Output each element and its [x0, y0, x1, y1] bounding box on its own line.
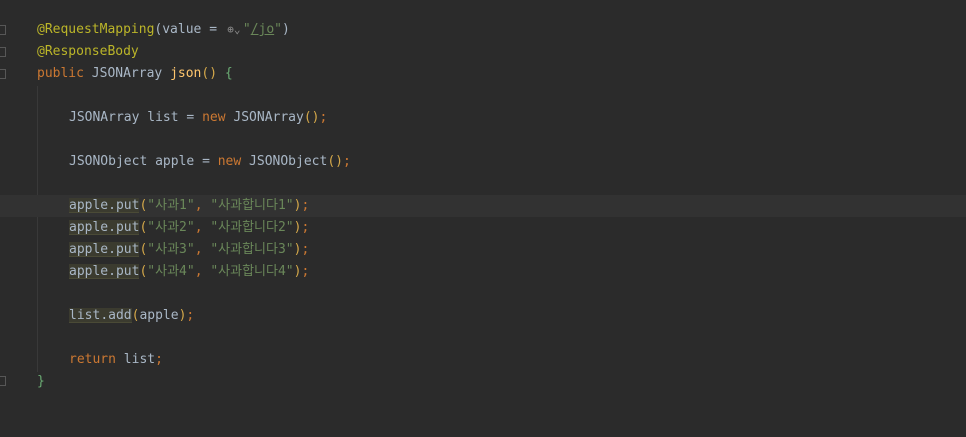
code-line[interactable]: list.add(apple); — [0, 305, 966, 327]
code-line[interactable]: @ResponseBody — [0, 41, 966, 63]
method-name: json — [170, 66, 202, 81]
string-literal: "사과합니다2" — [210, 220, 294, 235]
code-line[interactable]: apple.put("사과4", "사과합니다4"); — [0, 261, 966, 283]
string-literal: "사과합니다3" — [210, 242, 294, 257]
keyword: public — [37, 66, 84, 81]
code-line[interactable]: JSONArray list = new JSONArray(); — [0, 107, 966, 129]
keyword: return — [69, 352, 116, 367]
string-literal: "사과3" — [147, 242, 195, 257]
string-literal: "사과합니다4" — [210, 264, 294, 279]
code-line[interactable]: apple.put("사과2", "사과합니다2"); — [0, 217, 966, 239]
globe-dropdown-icon[interactable]: ⊕⌄ — [225, 19, 243, 41]
string-literal: "사과1" — [147, 198, 195, 213]
string-literal: "사과4" — [147, 264, 195, 279]
mapping-path-link[interactable]: /jo — [251, 22, 274, 37]
code-line[interactable]: return list; — [0, 349, 966, 371]
code-line[interactable]: apple.put("사과3", "사과합니다3"); — [0, 239, 966, 261]
code-editor[interactable]: @RequestMapping(value = ⊕⌄ "/jo") @Respon… — [0, 0, 966, 415]
code-line[interactable]: } — [0, 371, 966, 393]
type-name: JSONArray — [91, 66, 163, 81]
string-literal: "사과2" — [147, 220, 195, 235]
annotation: @ResponseBody — [37, 44, 139, 59]
code-line[interactable]: JSONObject apple = new JSONObject(); — [0, 151, 966, 173]
string-literal: "사과합니다1" — [210, 198, 294, 213]
param-name: value — [162, 22, 202, 37]
annotation: @RequestMapping — [37, 22, 155, 37]
code-line-current[interactable]: apple.put("사과1", "사과합니다1"); — [0, 195, 966, 217]
code-line[interactable]: public JSONArray json() { — [0, 63, 966, 85]
code-line[interactable]: @RequestMapping(value = ⊕⌄ "/jo") — [0, 19, 966, 41]
